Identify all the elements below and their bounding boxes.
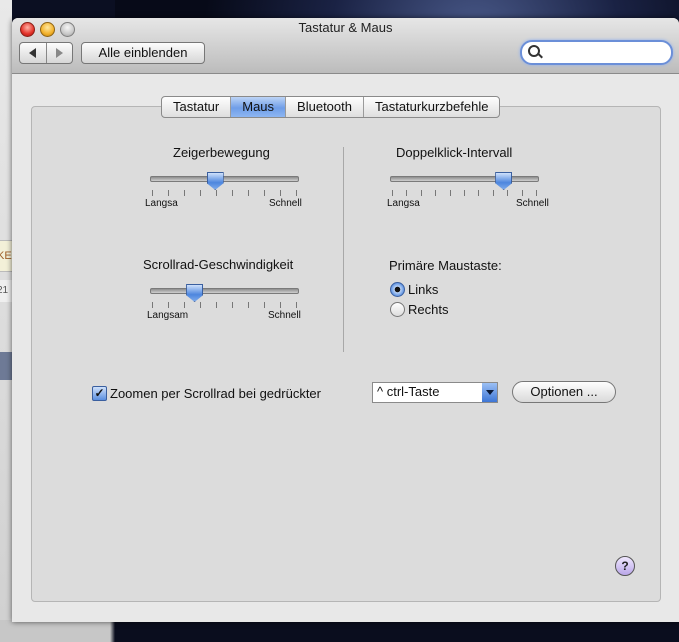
radio-links[interactable] <box>390 282 405 297</box>
slider-tick <box>435 190 436 196</box>
slider-tick <box>248 190 249 196</box>
double-click-track <box>390 176 539 182</box>
search-icon <box>528 45 540 57</box>
scroll-speed-ticks <box>152 302 297 308</box>
slider-tick <box>184 302 185 308</box>
desktop-background <box>115 0 679 20</box>
slider-tick <box>264 190 265 196</box>
slider-tick <box>478 190 479 196</box>
scroll-speed-max-label: Schnell <box>268 310 301 321</box>
background-fragment <box>0 352 12 380</box>
slider-tick <box>152 302 153 308</box>
slider-tick <box>248 302 249 308</box>
preferences-window: Tastatur & Maus Alle einblenden Tastatur… <box>12 18 679 622</box>
double-click-title: Doppelklick-Intervall <box>396 145 513 160</box>
background-fragment: 21 <box>0 280 12 302</box>
primary-button-title: Primäre Maustaste: <box>389 258 502 273</box>
slider-tick <box>200 190 201 196</box>
zoom-checkbox[interactable]: ✓ <box>92 386 107 401</box>
slider-tick <box>507 190 508 196</box>
slider-tick <box>216 302 217 308</box>
tab-bluetooth[interactable]: Bluetooth <box>285 97 363 117</box>
chevron-down-icon <box>482 383 497 402</box>
slider-tick <box>168 302 169 308</box>
pointer-speed-max-label: Schnell <box>269 198 302 209</box>
scroll-speed-min-label: Langsam <box>147 310 189 321</box>
background-window: KE 21 <box>0 0 12 642</box>
tab-tastatur[interactable]: Tastatur <box>162 97 230 117</box>
pointer-speed-title: Zeigerbewegung <box>173 145 270 160</box>
tab-panel <box>31 106 661 602</box>
show-all-button[interactable]: Alle einblenden <box>81 42 205 64</box>
slider-tick <box>184 190 185 196</box>
forward-arrow-icon <box>55 48 63 58</box>
slider-tick <box>493 190 494 196</box>
slider-tick <box>280 190 281 196</box>
section-divider <box>343 147 344 352</box>
desktop-background <box>0 620 679 642</box>
tab-bar: Tastatur Maus Bluetooth Tastaturkurzbefe… <box>161 96 501 118</box>
slider-tick <box>232 302 233 308</box>
back-button[interactable] <box>20 43 46 63</box>
tab-tastaturkurzbefehle[interactable]: Tastaturkurzbefehle <box>362 97 499 117</box>
radio-links-label: Links <box>408 282 439 297</box>
double-click-ticks <box>392 190 537 196</box>
slider-tick <box>464 190 465 196</box>
zoom-checkbox-label: Zoomen per Scrollrad bei gedrückter <box>110 386 321 401</box>
double-click-max-label: Schnell <box>516 198 549 209</box>
slider-tick <box>280 302 281 308</box>
slider-tick <box>522 190 523 196</box>
radio-rechts[interactable] <box>390 302 405 317</box>
back-arrow-icon <box>29 48 37 58</box>
slider-tick <box>200 302 201 308</box>
slider-tick <box>296 190 297 196</box>
radio-rechts-label: Rechts <box>408 302 449 317</box>
slider-tick <box>168 190 169 196</box>
window-title: Tastatur & Maus <box>298 20 393 35</box>
pointer-speed-track <box>150 176 299 182</box>
navigation-buttons <box>19 42 73 64</box>
search-input[interactable] <box>544 44 668 62</box>
slider-tick <box>264 302 265 308</box>
slider-tick <box>392 190 393 196</box>
forward-button[interactable] <box>45 43 73 63</box>
slider-tick <box>152 190 153 196</box>
search-field[interactable] <box>520 40 673 65</box>
pointer-speed-ticks <box>152 190 297 196</box>
slider-tick <box>450 190 451 196</box>
scroll-speed-title: Scrollrad-Geschwindigkeit <box>143 257 294 272</box>
background-fragment: KE <box>0 240 12 272</box>
slider-tick <box>232 190 233 196</box>
zoom-options-button[interactable]: Optionen ... <box>512 381 616 403</box>
slider-tick <box>406 190 407 196</box>
slider-tick <box>536 190 537 196</box>
slider-tick <box>421 190 422 196</box>
pointer-speed-min-label: Langsa <box>145 198 178 209</box>
help-button[interactable]: ? <box>615 556 635 576</box>
double-click-min-label: Langsa <box>387 198 420 209</box>
titlebar: Tastatur & Maus Alle einblenden <box>12 18 679 74</box>
tab-maus[interactable]: Maus <box>230 97 286 117</box>
scroll-speed-track <box>150 288 299 294</box>
slider-tick <box>216 190 217 196</box>
zoom-modifier-value: ^ ctrl-Taste <box>377 384 440 399</box>
slider-tick <box>296 302 297 308</box>
zoom-modifier-select[interactable]: ^ ctrl-Taste <box>372 382 498 403</box>
